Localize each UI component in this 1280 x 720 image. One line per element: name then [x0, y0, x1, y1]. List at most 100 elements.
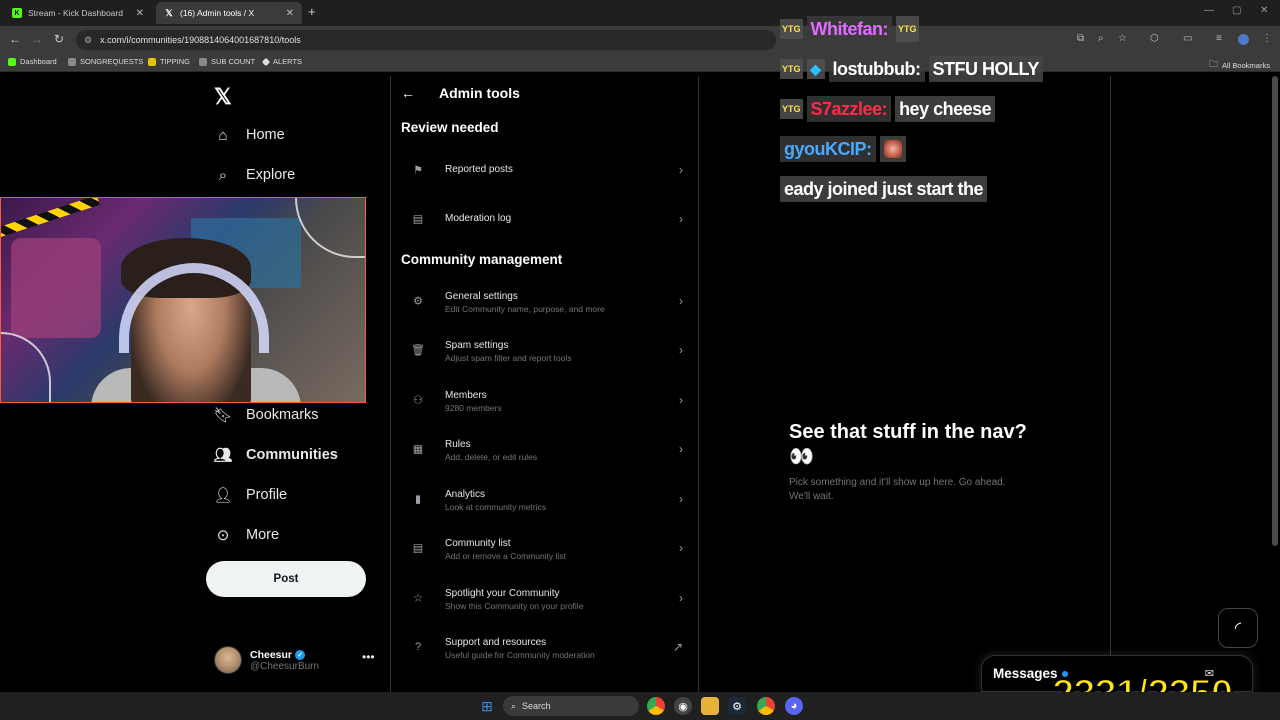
- menu-dots-icon[interactable]: ⋮: [1262, 33, 1272, 44]
- gear-icon: ⚙: [413, 295, 423, 308]
- messages-title: Messages: [993, 666, 1058, 681]
- bookmark-songrequests[interactable]: SONGREQUESTS: [68, 57, 143, 66]
- spotlight-item[interactable]: ☆ Spotlight your Community Show this Com…: [391, 574, 697, 622]
- media-icon[interactable]: ≡: [1216, 33, 1222, 44]
- streamelements-icon: [68, 57, 76, 66]
- star-icon[interactable]: ☆: [1118, 33, 1127, 44]
- empty-state-title: See that stuff in the nav? 👀: [789, 421, 1027, 468]
- avatar: [214, 646, 242, 674]
- tipping-icon: [148, 57, 156, 66]
- taskbar-search[interactable]: ⌕ Search: [503, 696, 639, 716]
- nav-label: Home: [246, 127, 285, 143]
- x-logo-icon[interactable]: 𝕏: [214, 84, 232, 110]
- chrome-icon[interactable]: [647, 697, 665, 715]
- nav-label: Profile: [246, 487, 288, 503]
- post-button[interactable]: Post: [206, 561, 366, 597]
- bookmark-tipping[interactable]: TIPPING: [148, 57, 190, 66]
- maximize-icon[interactable]: ▢: [1232, 5, 1241, 16]
- install-icon[interactable]: ⧉: [1077, 33, 1084, 44]
- trash-icon: 🗑︎: [411, 344, 425, 357]
- reload-icon[interactable]: ↻: [54, 32, 64, 46]
- back-arrow-icon[interactable]: ←: [401, 85, 415, 101]
- reported-posts-item[interactable]: ⚑ Reported posts ›: [391, 146, 697, 194]
- webcam-overlay: [0, 197, 366, 403]
- browser-tab-bar: K Stream - Kick Dashboard ✕ 𝕏 (16) Admin…: [0, 0, 1280, 26]
- all-bookmarks[interactable]: 🗀 All Bookmarks: [1209, 57, 1270, 73]
- nav-explore[interactable]: ⌕ Explore: [214, 166, 295, 184]
- back-icon[interactable]: ←: [9, 32, 21, 46]
- chat-username: S7azzlee:: [806, 96, 892, 122]
- chevron-right-icon: ›: [679, 212, 683, 226]
- account-switcher[interactable]: Cheesur ✓ @CheesurBurn: [214, 644, 384, 676]
- extensions-icon[interactable]: ⬡: [1150, 33, 1159, 44]
- community-list-item[interactable]: ▤ Community list Add or remove a Communi…: [391, 524, 697, 572]
- communities-icon: 👥︎: [213, 447, 233, 464]
- tab-admin-tools[interactable]: 𝕏 (16) Admin tools / X ✕: [156, 2, 302, 24]
- discord-icon[interactable]: ◕: [785, 697, 803, 715]
- review-heading: Review needed: [401, 120, 499, 135]
- streamelements-icon: [199, 57, 207, 66]
- emote-icon: [879, 136, 906, 162]
- chat-badge: YTG: [896, 16, 919, 42]
- chat-message: YTG Whitefan: YTG: [780, 16, 919, 42]
- list-icon: ▤: [412, 542, 424, 555]
- support-item[interactable]: ? Support and resources Useful guide for…: [391, 623, 697, 671]
- analytics-item[interactable]: ▮ Analytics Look at community metrics ›: [391, 475, 697, 523]
- moderation-log-item[interactable]: ▤ Moderation log ›: [391, 195, 697, 243]
- tab-kick-dashboard[interactable]: K Stream - Kick Dashboard ✕: [4, 2, 152, 24]
- nav-label: Bookmarks: [246, 407, 319, 423]
- nav-label: More: [246, 527, 280, 543]
- address-bar: ← → ↻ ⚙ x.com/i/communities/190881406400…: [0, 26, 1280, 54]
- chat-badge: YTG: [780, 99, 803, 119]
- chat-message: gyouKCIP:: [780, 136, 906, 162]
- analytics-icon: ▮: [414, 493, 422, 506]
- close-icon[interactable]: ✕: [136, 8, 144, 19]
- sidebar-icon[interactable]: ▭: [1183, 33, 1192, 44]
- window-close-icon[interactable]: ✕: [1260, 5, 1268, 16]
- chat-badge: YTG: [780, 59, 803, 79]
- more-horizontal-icon[interactable]: •••: [362, 650, 375, 664]
- spam-settings-item[interactable]: 🗑︎ Spam settings Adjust spam filter and …: [391, 326, 697, 374]
- nav-more[interactable]: ⊙ More: [214, 526, 279, 544]
- empty-state-subtitle: Pick something and it'll show up here. G…: [789, 477, 1006, 502]
- nav-communities[interactable]: 👥︎ Communities: [213, 446, 338, 464]
- general-settings-item[interactable]: ⚙ General settings Edit Community name, …: [391, 277, 697, 325]
- bookmark-alerts[interactable]: ALERTS: [261, 57, 302, 66]
- close-icon[interactable]: ✕: [286, 8, 294, 19]
- bookmark-dashboard[interactable]: Dashboard: [8, 57, 57, 66]
- scrollbar[interactable]: [1272, 76, 1278, 546]
- minimize-icon[interactable]: —: [1204, 5, 1214, 16]
- nav-label: Explore: [246, 167, 296, 183]
- nav-bookmarks[interactable]: 🔖︎ Bookmarks: [213, 406, 319, 424]
- zoom-icon[interactable]: ⌕: [1098, 33, 1104, 44]
- home-icon: ⌂: [218, 126, 228, 144]
- tab-title: (16) Admin tools / X: [180, 8, 255, 18]
- members-item[interactable]: ⚇ Members 9280 members ›: [391, 376, 697, 424]
- search-placeholder: Search: [522, 701, 551, 711]
- site-info-icon[interactable]: ⚙: [84, 35, 92, 46]
- chat-message: eady joined just start the: [780, 176, 988, 202]
- obs-icon[interactable]: ◉: [674, 697, 692, 715]
- steam-icon[interactable]: ⚙: [728, 697, 746, 715]
- chat-badge: YTG: [780, 19, 803, 39]
- chrome-icon[interactable]: [757, 697, 775, 715]
- bookmark-sub-count[interactable]: SUB COUNT: [199, 57, 255, 66]
- verified-badge-icon: ✓: [295, 649, 306, 660]
- nav-profile[interactable]: 👤︎ Profile: [213, 486, 288, 504]
- tab-title: Stream - Kick Dashboard: [28, 8, 123, 18]
- cube-icon: ◆: [806, 59, 825, 79]
- nav-home[interactable]: ⌂ Home: [214, 126, 285, 144]
- external-link-icon: ↗: [672, 640, 683, 654]
- nav-label: Communities: [246, 447, 338, 463]
- forward-icon[interactable]: →: [31, 32, 43, 46]
- new-tab-icon[interactable]: +: [308, 4, 316, 19]
- url-input[interactable]: ⚙ x.com/i/communities/190881406400168781…: [76, 30, 776, 50]
- chat-text: eady joined just start the: [780, 176, 988, 202]
- grok-icon[interactable]: ◜: [1218, 608, 1258, 648]
- rules-item[interactable]: ▦ Rules Add, delete, or edit rules ›: [391, 425, 697, 473]
- profile-avatar-icon[interactable]: [1238, 34, 1249, 45]
- file-explorer-icon[interactable]: [701, 697, 719, 715]
- x-logo-icon: 𝕏: [165, 7, 173, 18]
- star-icon: ☆: [413, 592, 423, 605]
- windows-start-icon[interactable]: ⊞: [478, 697, 496, 715]
